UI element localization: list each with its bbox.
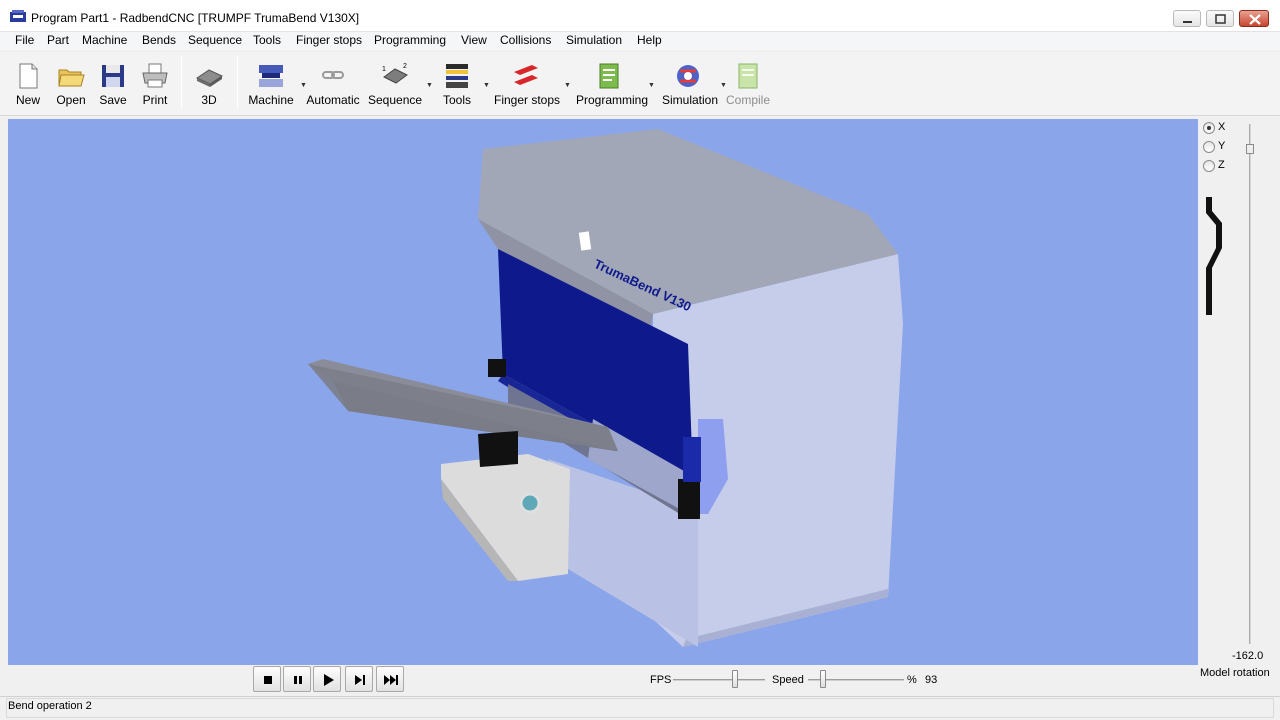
speed-slider-thumb[interactable] — [820, 670, 826, 688]
radio-unselected-icon — [1203, 141, 1215, 153]
menu-programming[interactable]: Programming — [374, 33, 446, 47]
finger-stops-button[interactable]: Finger stops ▼ — [494, 52, 571, 112]
press-brake-3d-model: TrumaBend V130 — [308, 129, 903, 647]
status-text: Bend operation 2 — [8, 700, 92, 712]
model-rotation-thumb[interactable] — [1246, 144, 1254, 154]
title-bar: Program Part1 - RadbendCNC [TRUMPF Truma… — [0, 0, 1280, 32]
restore-icon — [1215, 14, 1226, 24]
programming-dropdown-arrow[interactable]: ▼ — [648, 82, 655, 89]
speed-label: Speed — [772, 674, 804, 686]
save-button[interactable]: Save — [95, 52, 131, 112]
menu-machine[interactable]: Machine — [82, 33, 127, 47]
3d-button[interactable]: 3D — [188, 52, 230, 112]
fps-label: FPS — [650, 674, 672, 686]
3d-viewport[interactable]: TrumaBend V130 — [8, 119, 1198, 665]
floppy-disk-icon — [102, 65, 124, 87]
printer-icon — [142, 63, 168, 88]
status-pane — [6, 698, 1274, 718]
menu-help[interactable]: Help — [637, 33, 662, 47]
sequence-button[interactable]: 1 2 Sequence ▼ — [368, 52, 433, 112]
stop-button[interactable] — [253, 666, 281, 692]
sequence-dropdown-arrow[interactable]: ▼ — [426, 82, 433, 89]
app-icon — [10, 10, 26, 22]
programming-document-icon — [599, 63, 619, 89]
compile-button[interactable]: Compile — [726, 52, 770, 112]
window-title: Program Part1 - RadbendCNC [TRUMPF Truma… — [31, 11, 360, 25]
pause-button[interactable] — [283, 666, 311, 692]
axis-radio-y[interactable]: Y — [1203, 139, 1233, 155]
automatic-button[interactable]: Automatic — [306, 52, 360, 112]
menu-file[interactable]: File — [15, 33, 34, 47]
menu-bends[interactable]: Bends — [142, 33, 176, 47]
svg-text:1: 1 — [382, 66, 386, 73]
close-icon — [1249, 14, 1261, 25]
radio-selected-icon — [1203, 122, 1215, 134]
menu-simulation[interactable]: Simulation — [566, 33, 622, 47]
play-button[interactable] — [313, 666, 341, 692]
tools-icon — [446, 64, 468, 88]
menu-finger-stops[interactable]: Finger stops — [296, 33, 362, 47]
radio-unselected-icon — [1203, 160, 1215, 172]
bend-profile-preview — [1206, 197, 1222, 315]
simulation-icon — [677, 65, 699, 87]
percent-label: % — [907, 674, 917, 686]
play-icon — [324, 674, 334, 686]
close-button[interactable] — [1239, 10, 1269, 27]
menu-sequence[interactable]: Sequence — [188, 33, 242, 47]
model-rotation-label: Model rotation — [1200, 667, 1270, 679]
status-bar: Bend operation 2 — [0, 696, 1280, 720]
open-button[interactable]: Open — [52, 52, 90, 112]
finger-stops-icon — [514, 65, 538, 85]
pause-icon — [294, 676, 302, 684]
skip-to-end-icon — [384, 675, 398, 685]
menu-view[interactable]: View — [461, 33, 487, 47]
programming-button[interactable]: Programming ▼ — [576, 52, 655, 112]
axis-radio-x[interactable]: X — [1203, 120, 1233, 136]
step-forward-icon — [355, 675, 365, 685]
model-rotation-value: -162.0 — [1232, 650, 1264, 662]
menu-part[interactable]: Part — [47, 33, 69, 47]
toolbar-separator — [181, 56, 182, 108]
menu-tools[interactable]: Tools — [253, 33, 281, 47]
stop-icon — [264, 676, 272, 684]
svg-text:2: 2 — [403, 63, 407, 70]
speed-value: 93 — [925, 674, 938, 686]
menu-bar: File Part Machine Bends Sequence Tools F… — [0, 32, 1280, 50]
fps-slider-thumb[interactable] — [732, 670, 738, 688]
chain-link-icon — [322, 71, 344, 79]
new-button[interactable]: New — [8, 52, 48, 112]
compile-document-icon — [738, 63, 758, 89]
tools-dropdown-arrow[interactable]: ▼ — [483, 82, 490, 89]
finger-stops-dropdown-arrow[interactable]: ▼ — [564, 82, 571, 89]
tools-button[interactable]: Tools ▼ — [438, 52, 490, 112]
toolbar-separator — [237, 56, 238, 108]
playback-bar — [0, 665, 1198, 695]
skip-to-end-button[interactable] — [376, 666, 404, 692]
step-forward-button[interactable] — [345, 666, 373, 692]
machine-button[interactable]: Machine ▼ — [246, 52, 307, 112]
sequence-icon: 1 2 — [382, 63, 408, 84]
minimize-button[interactable] — [1173, 10, 1201, 27]
maximize-button[interactable] — [1206, 10, 1234, 27]
fps-slider-track[interactable] — [673, 679, 765, 681]
new-document-icon — [19, 63, 38, 89]
3d-plate-icon — [195, 69, 223, 87]
menu-collisions[interactable]: Collisions — [500, 33, 551, 47]
minimize-icon — [1183, 21, 1192, 23]
axis-radio-z[interactable]: Z — [1203, 158, 1233, 174]
simulation-button[interactable]: Simulation ▼ — [662, 52, 727, 112]
folder-open-icon — [58, 69, 85, 87]
print-button[interactable]: Print — [136, 52, 174, 112]
press-brake-icon — [259, 65, 283, 87]
model-rotation-track[interactable] — [1249, 124, 1251, 644]
toolbar: New Open Save Print 3D Machine ▼ Automat… — [0, 52, 1280, 116]
